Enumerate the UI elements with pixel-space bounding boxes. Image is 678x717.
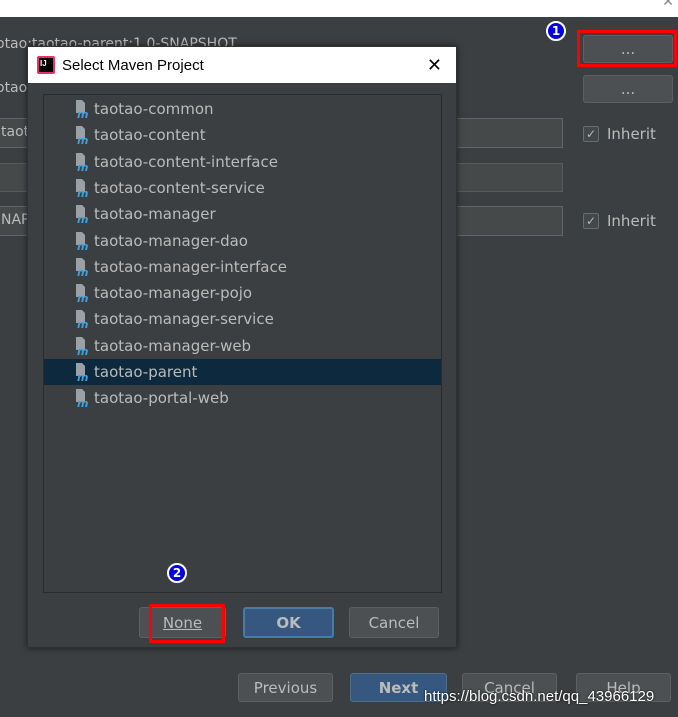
svg-text:m: m [77,240,88,251]
version-value: NAP [1,212,30,228]
step-badge-2: 2 [167,563,187,583]
svg-text:m: m [77,345,88,356]
list-item[interactable]: m taotao-common [44,96,441,122]
list-item[interactable]: m taotao-content [44,122,441,148]
list-item-label: taotao-manager-web [94,336,252,355]
list-item-label: taotao-content-interface [94,152,278,171]
list-item-label: taotao-portal-web [94,389,229,408]
list-item[interactable]: m taotao-manager-dao [44,228,441,254]
list-item[interactable]: m taotao-content-service [44,175,441,201]
svg-text:m: m [77,292,88,303]
list-item-label: taotao-content-service [94,178,265,197]
maven-module-icon: m [72,231,90,253]
group-id-value: taot [1,124,30,140]
dialog-title: Select Maven Project [62,56,204,74]
list-item[interactable]: m taotao-manager-interface [44,254,441,280]
intellij-logo-icon: IJ [37,56,55,74]
list-item[interactable]: m taotao-manager-service [44,306,441,332]
checkmark-icon[interactable]: ✓ [583,213,599,229]
list-item-label: taotao-manager-dao [94,231,248,250]
list-item[interactable]: m taotao-manager [44,201,441,227]
maven-module-icon: m [72,388,90,410]
list-item-label: taotao-content [94,126,206,145]
list-item[interactable]: m taotao-manager-pojo [44,280,441,306]
svg-text:m: m [77,213,88,224]
svg-text:m: m [77,397,88,408]
select-maven-project-dialog: IJ Select Maven Project ✕ m taotao-common… [27,46,457,648]
row-label: otao [0,80,28,96]
svg-text:m: m [77,266,88,277]
dialog-titlebar: IJ Select Maven Project ✕ [28,47,456,83]
window-close-icon[interactable]: ✕ [662,0,674,10]
list-item[interactable]: m taotao-manager-web [44,333,441,359]
ok-button[interactable]: OK [243,607,334,638]
top-strip [0,0,678,17]
maven-module-icon: m [72,283,90,305]
maven-module-icon: m [72,204,90,226]
checkmark-icon[interactable]: ✓ [583,126,599,142]
svg-text:m: m [77,318,88,329]
highlight-box-2 [149,604,225,643]
list-item[interactable]: m taotao-parent [44,359,441,385]
maven-module-icon: m [72,309,90,331]
step-badge-1: 1 [546,21,566,41]
list-item-label: taotao-manager-service [94,310,274,329]
svg-text:m: m [77,134,88,145]
list-item-label: taotao-parent [94,363,198,381]
cancel-button[interactable]: Cancel [349,607,439,638]
maven-module-icon: m [72,99,90,121]
svg-text:m: m [77,161,88,172]
watermark: https://blog.csdn.net/qq_43966129 [424,688,655,705]
list-item-label: taotao-manager [94,205,216,224]
list-item[interactable]: m taotao-content-interface [44,149,441,175]
list-item-label: taotao-manager-pojo [94,284,253,303]
maven-module-icon: m [72,178,90,200]
project-list[interactable]: m taotao-common m taotao-content m taotao-con… [43,94,442,593]
previous-button[interactable]: Previous [238,673,333,702]
browse-aggregator-button[interactable]: ... [583,75,673,103]
close-icon[interactable]: ✕ [427,55,442,76]
inherit-version-checkbox[interactable]: ✓ Inherit [583,212,656,230]
highlight-box-1 [577,30,677,67]
maven-module-icon: m [72,362,90,384]
svg-text:m: m [77,187,88,198]
inherit-group-checkbox[interactable]: ✓ Inherit [583,125,656,143]
list-item-label: taotao-manager-interface [94,257,287,276]
maven-module-icon: m [72,152,90,174]
list-item[interactable]: m taotao-portal-web [44,385,441,411]
svg-text:m: m [77,108,88,119]
maven-module-icon: m [72,125,90,147]
svg-text:m: m [77,371,88,382]
maven-module-icon: m [72,336,90,358]
maven-module-icon: m [72,257,90,279]
list-item-label: taotao-common [94,100,214,118]
